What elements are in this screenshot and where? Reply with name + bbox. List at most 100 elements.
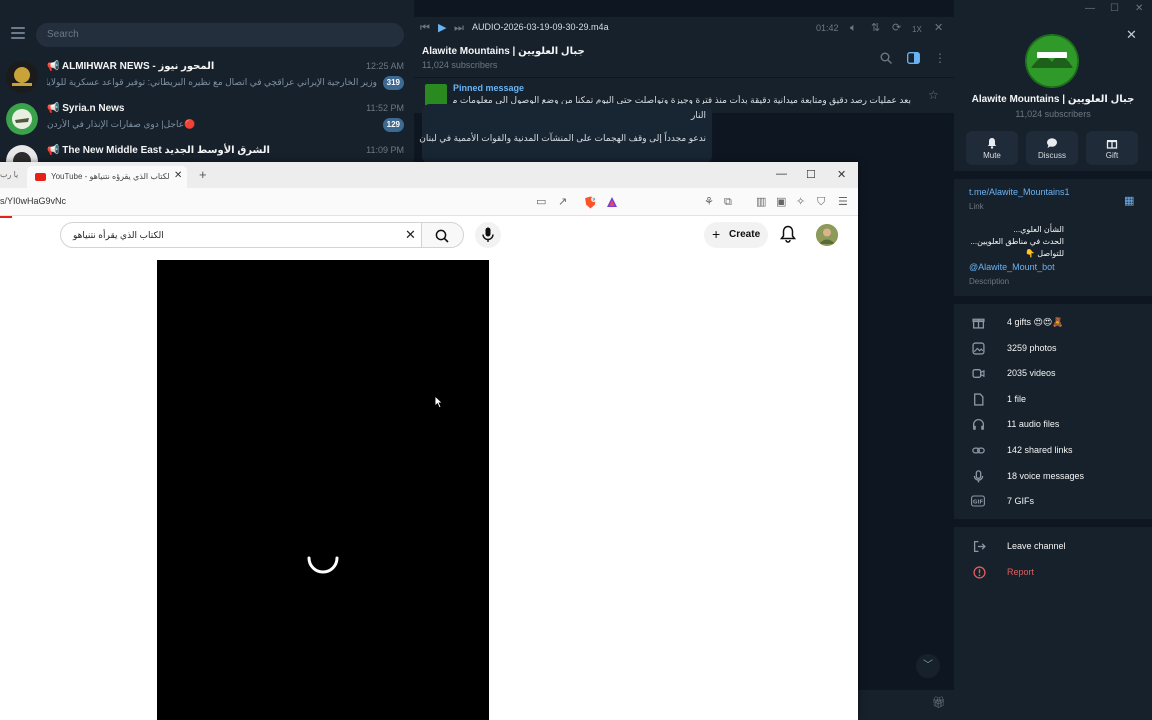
video-icon bbox=[971, 367, 985, 381]
new-tab-icon[interactable]: + bbox=[199, 167, 207, 182]
previous-icon[interactable]: ⏮ bbox=[420, 22, 430, 34]
chat-item[interactable]: 📢 Syria.n News 11:52 PM 🔴عاجل| دوي صفارا… bbox=[0, 98, 414, 140]
cast-icon[interactable]: ▭ bbox=[536, 196, 546, 208]
chat-avatar bbox=[6, 103, 38, 135]
partial-tab-label[interactable]: يا رب bbox=[0, 170, 18, 179]
leo-ai-icon[interactable]: ✧ bbox=[796, 196, 805, 208]
media-label: 3259 photos bbox=[1007, 343, 1057, 353]
url-field[interactable]: s/YI0wHaG9vNc bbox=[0, 196, 66, 206]
leave-icon bbox=[973, 540, 986, 558]
browser-tab-bar: يا رب YouTube - الكتاب الذي يقرؤه نتنياه… bbox=[0, 162, 858, 188]
report-icon bbox=[973, 566, 986, 584]
gift-icon[interactable]: 🎁︎ bbox=[932, 696, 946, 709]
link-icon bbox=[971, 444, 985, 458]
order-icon[interactable]: ⇅ bbox=[871, 22, 880, 34]
unread-badge: 129 bbox=[382, 118, 404, 132]
youtube-search-button[interactable] bbox=[422, 222, 464, 248]
chat-item[interactable]: 📢 ALMIHWAR NEWS - المحور نيوز 12:25 AM و… bbox=[0, 56, 414, 98]
media-row-voice[interactable]: 18 voice messages bbox=[954, 465, 1152, 489]
voice-search-button[interactable] bbox=[475, 222, 501, 248]
channel-link[interactable]: t.me/Alawite_Mountains1 bbox=[969, 187, 1070, 197]
page-load-progress bbox=[0, 216, 12, 218]
address-bar: s/YI0wHaG9vNc ▭ ↗ 9 ⚘ ⧉ ▥ ▣ ✧ ⛉ ☰ bbox=[0, 188, 858, 216]
youtube-favicon-icon bbox=[35, 173, 46, 181]
minimize-icon[interactable]: — bbox=[776, 168, 787, 180]
next-icon[interactable]: ⏭ bbox=[454, 22, 464, 34]
brave-shield-icon[interactable]: 9 bbox=[584, 196, 597, 212]
link-label: Link bbox=[969, 202, 984, 211]
chat-preview: 🔴عاجل| دوي صفارات الإنذار في الأردن bbox=[47, 119, 196, 129]
media-row-photos[interactable]: 3259 photos bbox=[954, 337, 1152, 361]
media-row-gifts[interactable]: 4 gifts 😍😍🧸 bbox=[954, 311, 1152, 335]
share-icon[interactable]: ↗ bbox=[558, 196, 567, 208]
leave-channel-button[interactable]: Leave channel bbox=[1007, 541, 1066, 551]
notifications-bell-icon[interactable] bbox=[779, 225, 797, 243]
discuss-button[interactable]: Discuss bbox=[1026, 131, 1078, 165]
maximize-icon[interactable]: ☐ bbox=[806, 168, 816, 181]
channel-avatar bbox=[1025, 34, 1079, 88]
maximize-icon[interactable]: ☐ bbox=[1110, 3, 1119, 14]
menu-icon[interactable]: ☰ bbox=[838, 196, 848, 208]
message-line: ندعو مجدداً إلى وقف الهجمات على المنشآت … bbox=[419, 133, 706, 143]
create-button[interactable]: + Create bbox=[704, 222, 768, 248]
more-icon[interactable]: ⋮ bbox=[934, 52, 946, 64]
sidebar-icon[interactable]: ▥ bbox=[756, 196, 766, 208]
gift-button[interactable]: Gift bbox=[1086, 131, 1138, 165]
chat-avatar bbox=[6, 61, 38, 93]
mic-icon bbox=[482, 227, 494, 242]
search-icon[interactable] bbox=[880, 52, 892, 66]
youtube-search-input[interactable]: الكتاب الذي يقرأه نتنياهو ✕ bbox=[60, 222, 422, 248]
svg-text:GIF: GIF bbox=[973, 500, 984, 506]
media-row-videos[interactable]: 2035 videos bbox=[954, 362, 1152, 386]
telegram-topbar: Search bbox=[0, 0, 414, 52]
search-input[interactable]: Search bbox=[36, 23, 404, 47]
video-player[interactable] bbox=[157, 260, 489, 720]
minimize-icon[interactable]: — bbox=[1085, 3, 1095, 14]
gift-icon bbox=[1106, 136, 1118, 149]
window-close-icon[interactable]: ✕ bbox=[837, 168, 846, 181]
media-label: 4 gifts 😍😍🧸 bbox=[1007, 317, 1064, 327]
clear-search-icon[interactable]: ✕ bbox=[405, 227, 416, 243]
wallet-icon[interactable]: ▣ bbox=[776, 196, 786, 208]
close-tab-icon[interactable]: ✕ bbox=[174, 170, 182, 181]
menu-icon[interactable] bbox=[11, 27, 25, 39]
chat-preview: وزير الخارجية الإيراني عراقچي في اتصال م… bbox=[47, 77, 377, 87]
file-icon bbox=[971, 393, 985, 407]
speed-button[interactable]: 1X bbox=[912, 24, 922, 36]
account-avatar[interactable] bbox=[816, 224, 838, 246]
media-row-audio[interactable]: 11 audio files bbox=[954, 413, 1152, 437]
pin-list-icon[interactable]: ☆ bbox=[928, 88, 939, 102]
audio-player-bar: ⏮ ▶ ⏭ AUDIO-2026-03-19-09-30-29.m4a 01:4… bbox=[414, 17, 954, 41]
brave-rewards-icon[interactable] bbox=[606, 196, 618, 211]
channel-header[interactable]: Alawite Mountains | جبال العلويين 11,024… bbox=[414, 41, 954, 77]
mute-button[interactable]: Mute bbox=[966, 131, 1018, 165]
close-icon[interactable]: ✕ bbox=[934, 22, 943, 34]
media-row-gifs[interactable]: GIF 7 GIFs bbox=[954, 490, 1152, 514]
close-info-icon[interactable]: ✕ bbox=[1126, 27, 1137, 43]
play-icon[interactable]: ▶ bbox=[438, 22, 446, 34]
chat-time: 11:52 PM bbox=[366, 103, 404, 113]
window-close-icon[interactable]: ✕ bbox=[1135, 3, 1143, 14]
pinned-thumbnail bbox=[425, 84, 447, 106]
mic-icon bbox=[971, 470, 985, 484]
bot-link[interactable]: @Alawite_Mount_bot bbox=[969, 262, 1055, 272]
chat-name: 📢 The New Middle East الشرق الأوسط الجدي… bbox=[47, 145, 270, 156]
sidebar-toggle-icon[interactable] bbox=[907, 52, 920, 66]
message-line: النار bbox=[690, 110, 706, 120]
volume-icon[interactable]: 🔈︎ bbox=[850, 22, 857, 34]
report-button[interactable]: Report bbox=[1007, 567, 1034, 577]
scroll-down-icon[interactable]: ﹀ bbox=[916, 654, 940, 678]
repeat-icon[interactable]: ⟳ bbox=[892, 22, 901, 34]
qr-code-icon[interactable]: ▦ bbox=[1124, 194, 1134, 207]
chat-time: 11:09 PM bbox=[366, 145, 404, 155]
channel-info-panel: — ☐ ✕ ✕ Alawite Mountains | جبال العلويي… bbox=[954, 0, 1152, 720]
extensions-icon[interactable]: ⚘ bbox=[704, 196, 714, 208]
tab-manager-icon[interactable]: ⧉ bbox=[724, 196, 732, 208]
description-line: للتواصل 👇 bbox=[1025, 249, 1064, 258]
browser-tab-youtube[interactable]: YouTube - الكتاب الذي يقرؤه نتنياهو ✕ bbox=[27, 166, 187, 188]
channel-title: Alawite Mountains | جبال العلويين bbox=[422, 46, 585, 57]
media-row-files[interactable]: 1 file bbox=[954, 388, 1152, 412]
media-row-links[interactable]: 142 shared links bbox=[954, 439, 1152, 463]
bell-icon bbox=[986, 136, 998, 149]
vpn-icon[interactable]: ⛉ bbox=[817, 196, 825, 208]
